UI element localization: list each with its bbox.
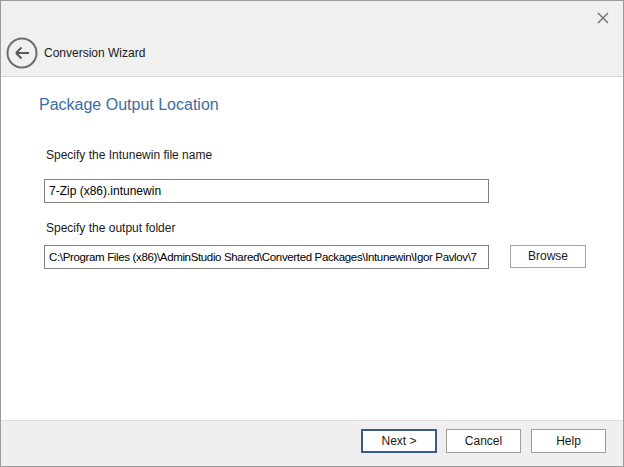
wizard-body: Package Output Location Specify the Intu… (1, 1, 623, 466)
browse-button[interactable]: Browse (510, 245, 586, 268)
next-button[interactable]: Next > (361, 429, 437, 453)
conversion-wizard-dialog: Conversion Wizard Package Output Locatio… (0, 0, 624, 467)
wizard-footer: Next > Cancel Help (1, 420, 623, 466)
help-button[interactable]: Help (531, 429, 606, 453)
output-folder-label: Specify the output folder (46, 221, 175, 235)
page-title: Package Output Location (39, 96, 219, 114)
cancel-button[interactable]: Cancel (446, 429, 521, 453)
intunewin-filename-input[interactable] (44, 179, 489, 203)
output-folder-input[interactable] (44, 245, 489, 269)
intunewin-filename-label: Specify the Intunewin file name (46, 148, 212, 162)
